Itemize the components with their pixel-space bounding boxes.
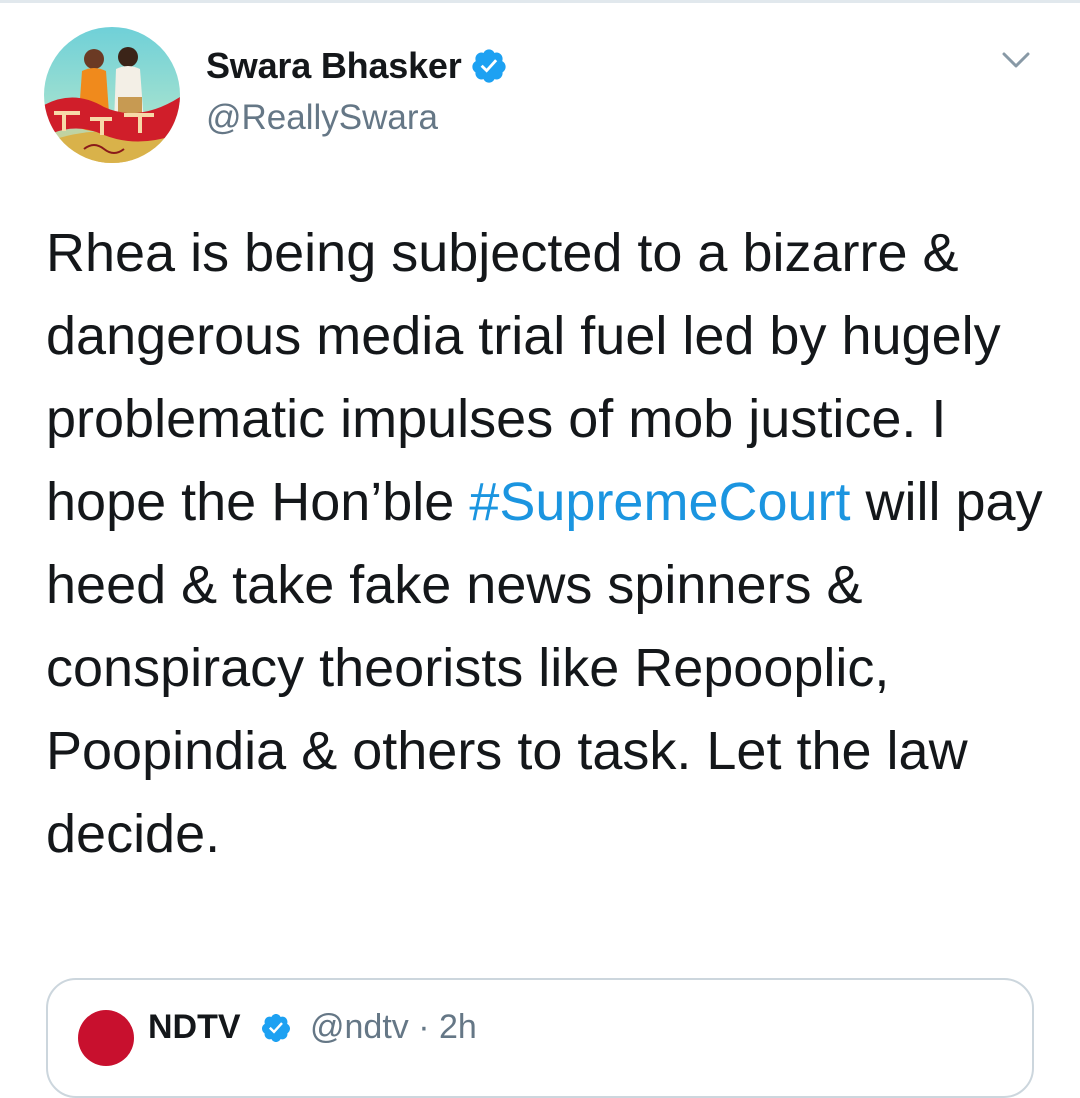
verified-badge-icon [471, 49, 506, 83]
hashtag-link[interactable]: #SupremeCourt [469, 472, 850, 532]
chevron-down-icon[interactable] [996, 44, 1036, 76]
verified-badge-icon [261, 1014, 290, 1042]
author-display-name[interactable]: Swara Bhasker [206, 45, 462, 87]
author-name-row: Swara Bhasker [206, 44, 508, 88]
top-divider [0, 0, 1080, 3]
author-handle[interactable]: @ReallySwara [206, 98, 438, 138]
quoted-author-name: NDTV [148, 1008, 241, 1046]
quoted-author-handle: @ndtv · 2h [310, 1008, 477, 1046]
quoted-tweet-card[interactable]: NDTV @ndtv · 2h [46, 978, 1034, 1098]
author-avatar[interactable] [44, 27, 180, 163]
quoted-author-avatar [78, 1010, 134, 1066]
tweet-text: Rhea is being subjected to a bizarre & d… [46, 212, 1056, 876]
profile-photo-icon [44, 27, 180, 163]
